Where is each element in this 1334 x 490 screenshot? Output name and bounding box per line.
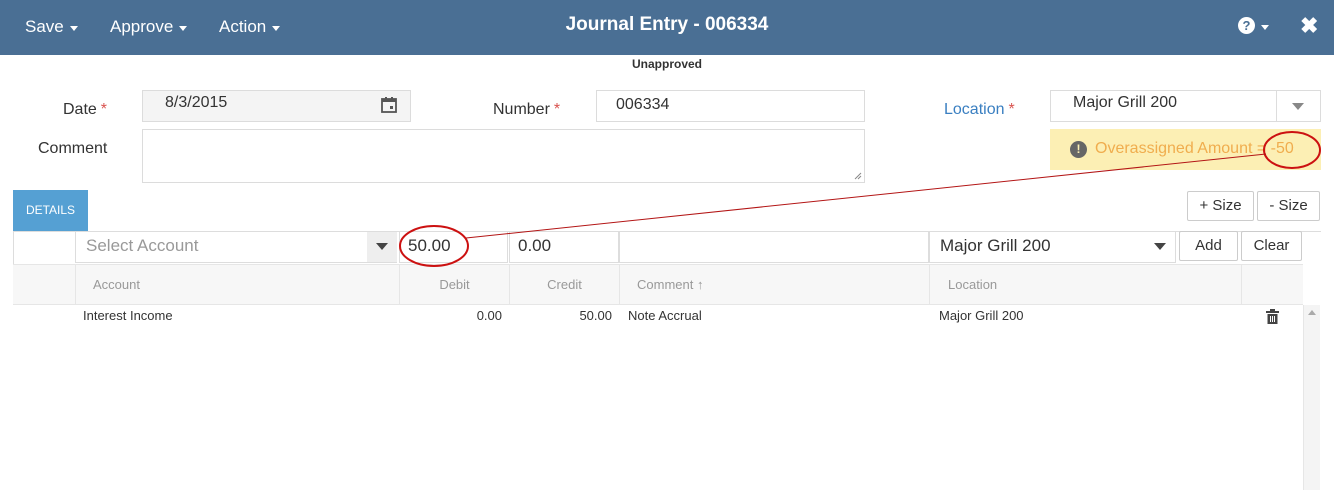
location-value: Major Grill 200	[1073, 94, 1178, 111]
credit-input[interactable]: 0.00	[509, 231, 619, 263]
exclamation-icon: !	[1070, 141, 1087, 158]
chevron-down-icon	[69, 26, 78, 31]
comment-label: Comment	[38, 140, 108, 157]
overassigned-warning: ! Overassigned Amount = -50	[1050, 129, 1321, 170]
date-value: 8/3/2015	[165, 94, 228, 111]
trash-icon[interactable]	[1266, 309, 1279, 324]
resize-handle-icon[interactable]	[854, 172, 862, 180]
account-select[interactable]: Select Account	[75, 231, 397, 263]
close-icon[interactable]: ✖	[1300, 13, 1318, 39]
row-credit: 50.00	[579, 308, 612, 323]
account-placeholder: Select Account	[86, 236, 199, 255]
warning-text: Overassigned Amount = -50	[1095, 140, 1294, 157]
help-menu[interactable]: ?	[1238, 17, 1269, 34]
number-value: 006334	[616, 96, 670, 113]
number-label: Number *	[493, 101, 560, 119]
tab-details[interactable]: DETAILS	[13, 190, 88, 231]
comment-textarea[interactable]	[142, 129, 865, 183]
chevron-down-icon	[1261, 24, 1269, 30]
help-icon: ?	[1238, 17, 1255, 34]
select-divider	[1276, 91, 1277, 121]
decrease-size-button[interactable]: - Size	[1257, 191, 1320, 221]
column-header-location[interactable]: Location	[929, 265, 1241, 304]
chevron-down-icon[interactable]	[376, 243, 388, 250]
location-label-text: Location	[944, 101, 1005, 118]
status-badge: Unapproved	[631, 57, 702, 71]
action-menu[interactable]: Action	[219, 17, 281, 37]
row-account: Interest Income	[83, 308, 173, 323]
date-field[interactable]: 8/3/2015	[142, 90, 411, 122]
column-header-actions	[1241, 265, 1303, 304]
comment-input[interactable]	[619, 231, 929, 263]
add-button[interactable]: Add	[1179, 231, 1238, 261]
column-header-comment[interactable]: Comment ↑	[619, 265, 929, 304]
chevron-down-icon	[179, 26, 188, 31]
table-header: Account Debit Credit Comment ↑ Location	[13, 264, 1303, 305]
vertical-scrollbar[interactable]	[1303, 305, 1320, 490]
column-header-credit[interactable]: Credit	[509, 265, 619, 304]
number-field[interactable]: 006334	[596, 90, 865, 122]
required-mark: *	[100, 101, 108, 118]
column-header-debit[interactable]: Debit	[399, 265, 509, 304]
number-label-text: Number	[493, 101, 550, 118]
scroll-up-icon[interactable]	[1308, 310, 1316, 315]
chevron-down-icon[interactable]	[1154, 243, 1166, 250]
date-label: Date *	[63, 101, 107, 119]
row-comment: Note Accrual	[628, 308, 702, 323]
location-label: Location *	[944, 101, 1015, 119]
table-body	[13, 305, 1303, 490]
location-entry-value: Major Grill 200	[940, 236, 1051, 255]
save-menu-label: Save	[25, 17, 64, 36]
required-mark: *	[1008, 101, 1015, 118]
page-title: Journal Entry - 006334	[565, 14, 769, 35]
date-label-text: Date	[63, 101, 97, 118]
increase-size-button[interactable]: + Size	[1187, 191, 1254, 221]
required-mark: *	[553, 101, 561, 118]
chevron-down-icon[interactable]	[1292, 103, 1304, 110]
debit-input[interactable]: 50.00	[399, 231, 508, 263]
location-select[interactable]: Major Grill 200	[1050, 90, 1321, 122]
row-location: Major Grill 200	[939, 308, 1024, 323]
approve-menu[interactable]: Approve	[110, 17, 188, 37]
location-entry-select[interactable]: Major Grill 200	[929, 231, 1176, 263]
save-menu[interactable]: Save	[25, 17, 78, 37]
top-bar: Save Approve Action Journal Entry - 0063…	[0, 0, 1334, 55]
column-header-account[interactable]: Account	[75, 265, 399, 304]
calendar-icon[interactable]	[380, 96, 398, 114]
chevron-down-icon	[272, 26, 281, 31]
approve-menu-label: Approve	[110, 17, 174, 36]
clear-button[interactable]: Clear	[1241, 231, 1302, 261]
row-debit: 0.00	[476, 308, 502, 323]
action-menu-label: Action	[219, 17, 267, 36]
